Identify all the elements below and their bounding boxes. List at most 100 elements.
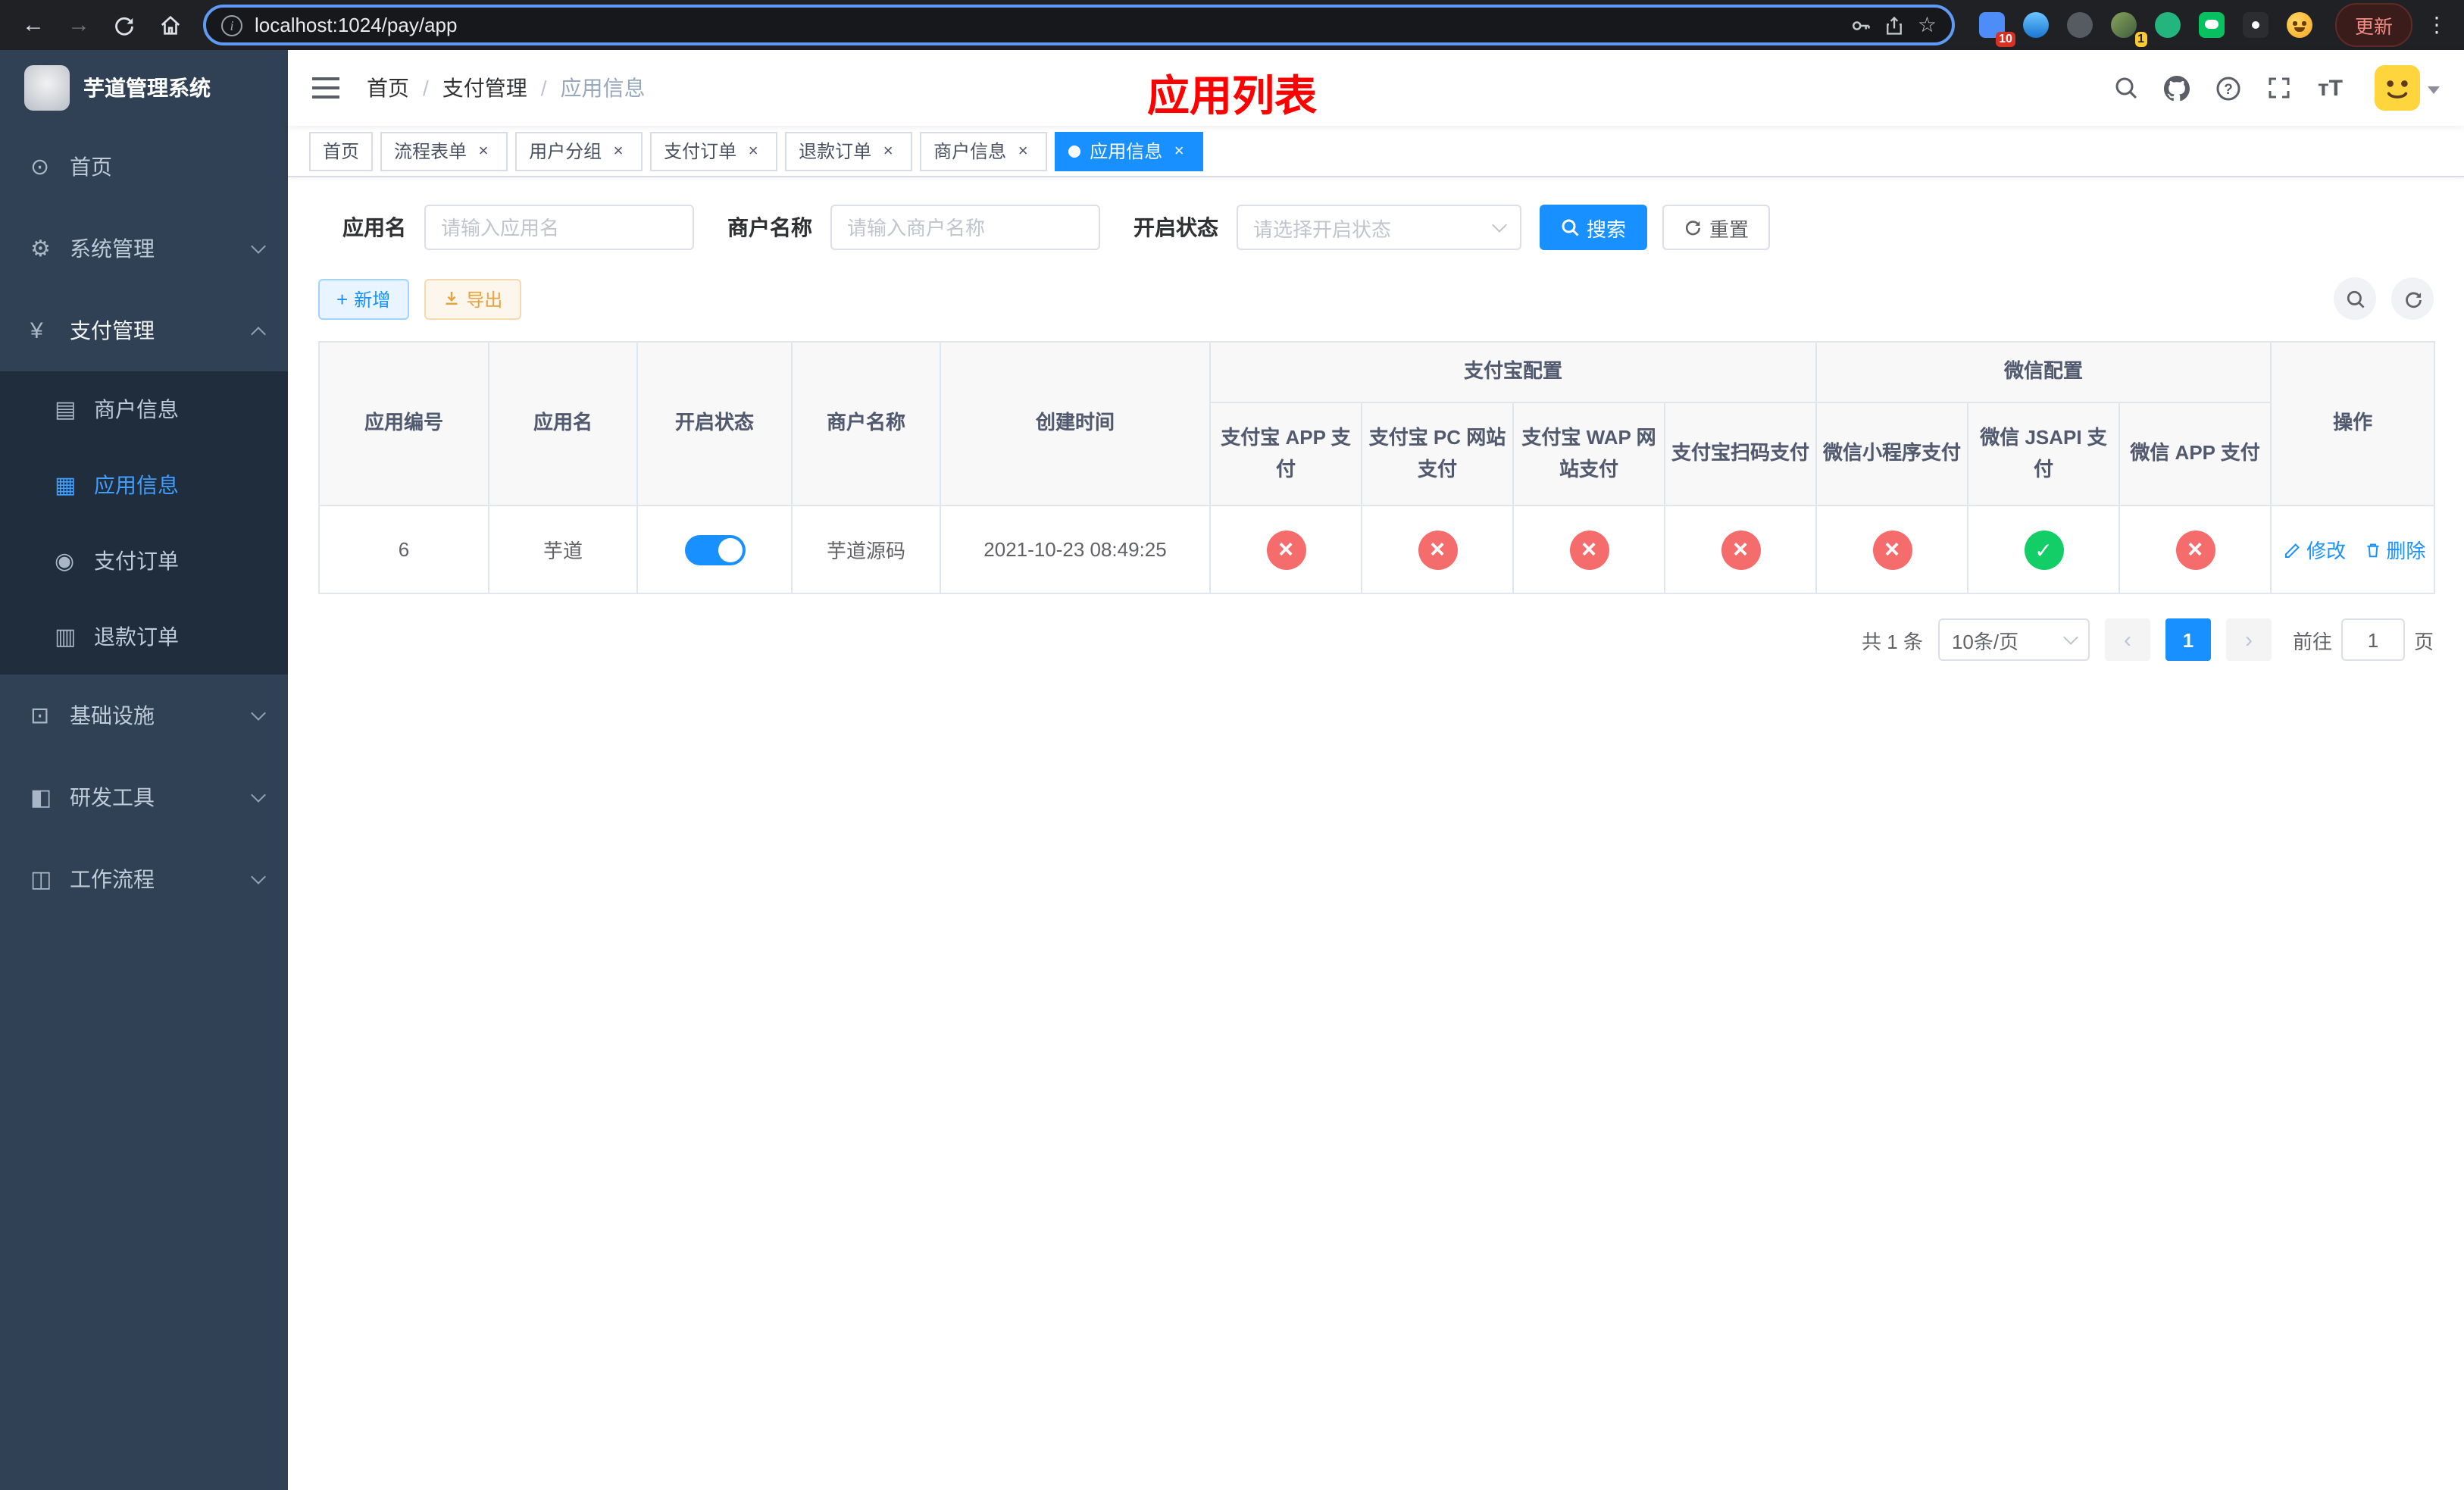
chevron-down-icon	[2428, 86, 2440, 94]
page-number-button[interactable]: 1	[2165, 618, 2211, 661]
toolbox-icon: ◧	[30, 785, 52, 811]
tab-home[interactable]: 首页	[309, 131, 374, 171]
sidebar-item-pay-orders[interactable]: ◉ 支付订单	[0, 523, 288, 599]
font-size-icon[interactable]: ᴛT	[2318, 75, 2343, 101]
close-icon[interactable]	[1012, 140, 1033, 161]
add-button[interactable]: 新增	[318, 278, 409, 319]
reset-button[interactable]: 重置	[1662, 205, 1771, 250]
close-icon[interactable]	[877, 140, 899, 161]
extension-icon-globe[interactable]	[2064, 8, 2097, 42]
sidebar-item-home[interactable]: ⊙ 首页	[0, 126, 288, 208]
cell-merchant: 芋道源码	[791, 505, 941, 594]
extension-icon-green-ball[interactable]	[2152, 8, 2185, 42]
sidebar-item-app-info[interactable]: ▦ 应用信息	[0, 447, 288, 523]
bookmark-star-icon[interactable]: ☆	[1918, 12, 1937, 38]
next-page-button[interactable]	[2225, 618, 2272, 661]
browser-chrome: ← → i localhost:1024/pay/app ☆ 10 1 更新 ⋮	[0, 0, 2464, 50]
tab-pay-orders[interactable]: 支付订单	[650, 131, 778, 171]
sidebar-item-infrastructure[interactable]: ⊡ 基础设施	[0, 675, 288, 756]
sidebar-item-merchant-info[interactable]: ▤ 商户信息	[0, 371, 288, 447]
cell-wechat-jsapi	[1967, 505, 2121, 594]
app-name-input[interactable]	[424, 205, 694, 250]
fail-icon	[1872, 530, 1912, 569]
sidebar-logo[interactable]: 芋道管理系统	[0, 50, 288, 126]
hamburger-icon[interactable]	[312, 76, 342, 100]
close-icon[interactable]	[473, 140, 494, 161]
extension-icon-grid[interactable]: 10	[1976, 8, 2015, 46]
status-toggle[interactable]	[684, 534, 745, 565]
github-icon[interactable]	[2164, 75, 2190, 101]
export-button[interactable]: 导出	[424, 278, 521, 319]
edit-button[interactable]: 修改	[2284, 535, 2346, 564]
close-icon[interactable]	[1168, 140, 1190, 161]
monitor-icon: ⊡	[30, 703, 50, 729]
svg-text:?: ?	[2225, 81, 2234, 97]
tab-refund-orders[interactable]: 退款订单	[785, 131, 913, 171]
toggle-search-button[interactable]	[2334, 277, 2376, 320]
goto-page: 前往 页	[2293, 618, 2434, 661]
delete-button[interactable]: 删除	[2363, 535, 2425, 564]
forward-button[interactable]: →	[58, 4, 100, 46]
browser-update-button[interactable]: 更新	[2334, 3, 2412, 47]
extension-icon-avatar[interactable]: 1	[2108, 8, 2147, 46]
tab-process-form[interactable]: 流程表单	[380, 131, 508, 171]
col-header-wechat-app: 微信 APP 支付	[2118, 402, 2272, 506]
sidebar-item-dev-tools[interactable]: ◧ 研发工具	[0, 756, 288, 838]
fail-icon	[1266, 530, 1305, 569]
close-icon[interactable]	[743, 140, 764, 161]
share-icon[interactable]	[1884, 14, 1906, 36]
cell-wechat-mini	[1815, 505, 1969, 594]
col-group-wechat: 微信配置	[1815, 341, 2272, 403]
extension-icon-pin[interactable]	[2240, 8, 2273, 42]
browser-menu-button[interactable]: ⋮	[2422, 12, 2452, 38]
chevron-down-icon	[251, 869, 266, 884]
fullscreen-icon[interactable]	[2268, 76, 2292, 100]
tab-app-info[interactable]: 应用信息	[1055, 131, 1204, 171]
extension-icon-chat[interactable]	[2196, 8, 2229, 42]
goto-page-input[interactable]	[2340, 618, 2405, 661]
col-header-status: 开启状态	[636, 341, 793, 506]
sidebar-item-payment[interactable]: ¥ 支付管理	[0, 290, 288, 371]
home-icon	[160, 15, 180, 35]
search-icon	[1562, 219, 1579, 236]
navbar-tools: ? ᴛT	[2115, 65, 2440, 111]
col-header-alipay-qr: 支付宝扫码支付	[1663, 402, 1818, 506]
prev-page-button[interactable]	[2104, 618, 2150, 661]
sidebar-item-label: 支付管理	[70, 318, 155, 343]
search-button[interactable]: 搜索	[1540, 205, 1648, 250]
refresh-table-button[interactable]	[2391, 277, 2434, 320]
sidebar-item-refund-orders[interactable]: ▥ 退款订单	[0, 599, 288, 675]
back-button[interactable]: ←	[12, 4, 55, 46]
col-header-alipay-app: 支付宝 APP 支付	[1209, 402, 1362, 506]
merchant-name-input[interactable]	[830, 205, 1100, 250]
reload-button[interactable]	[103, 4, 145, 46]
breadcrumb-payment[interactable]: 支付管理	[442, 73, 527, 103]
password-key-icon[interactable]	[1851, 14, 1872, 36]
page-size-select[interactable]: 10条/页	[1937, 618, 2090, 661]
sidebar-item-label: 支付订单	[94, 549, 179, 573]
extension-icon-emoji[interactable]	[2284, 8, 2317, 42]
site-info-icon[interactable]: i	[221, 14, 242, 36]
browser-window: ← → i localhost:1024/pay/app ☆ 10 1 更新 ⋮…	[0, 0, 2464, 1490]
toolbar-right	[2334, 277, 2434, 320]
breadcrumb-home[interactable]: 首页	[367, 73, 409, 103]
url-text[interactable]: localhost:1024/pay/app	[255, 14, 1839, 36]
table-toolbar: 新增 导出	[318, 277, 2434, 320]
status-select[interactable]: 请选择开启状态	[1237, 205, 1521, 250]
header-search-icon[interactable]	[2115, 76, 2139, 100]
tab-user-group[interactable]: 用户分组	[515, 131, 643, 171]
tab-merchant-info[interactable]: 商户信息	[920, 131, 1048, 171]
sidebar-item-workflow[interactable]: ◫ 工作流程	[0, 838, 288, 920]
sidebar-item-system[interactable]: ⚙ 系统管理	[0, 208, 288, 290]
active-dot	[1068, 145, 1081, 157]
address-bar[interactable]: i localhost:1024/pay/app ☆	[203, 5, 1955, 45]
help-icon[interactable]: ?	[2216, 75, 2242, 101]
col-header-app-name: 应用名	[488, 341, 638, 506]
table-row: 6 芋道 芋道源码 2021-10-23 08:49:25 × × × × × …	[318, 505, 2436, 594]
extension-shape	[2155, 12, 2181, 38]
home-button[interactable]	[149, 4, 191, 46]
close-icon[interactable]	[608, 140, 629, 161]
extensions-row: 10 1	[1976, 8, 2317, 46]
user-avatar[interactable]	[2375, 65, 2440, 111]
extension-icon-droplet[interactable]	[2020, 8, 2053, 42]
